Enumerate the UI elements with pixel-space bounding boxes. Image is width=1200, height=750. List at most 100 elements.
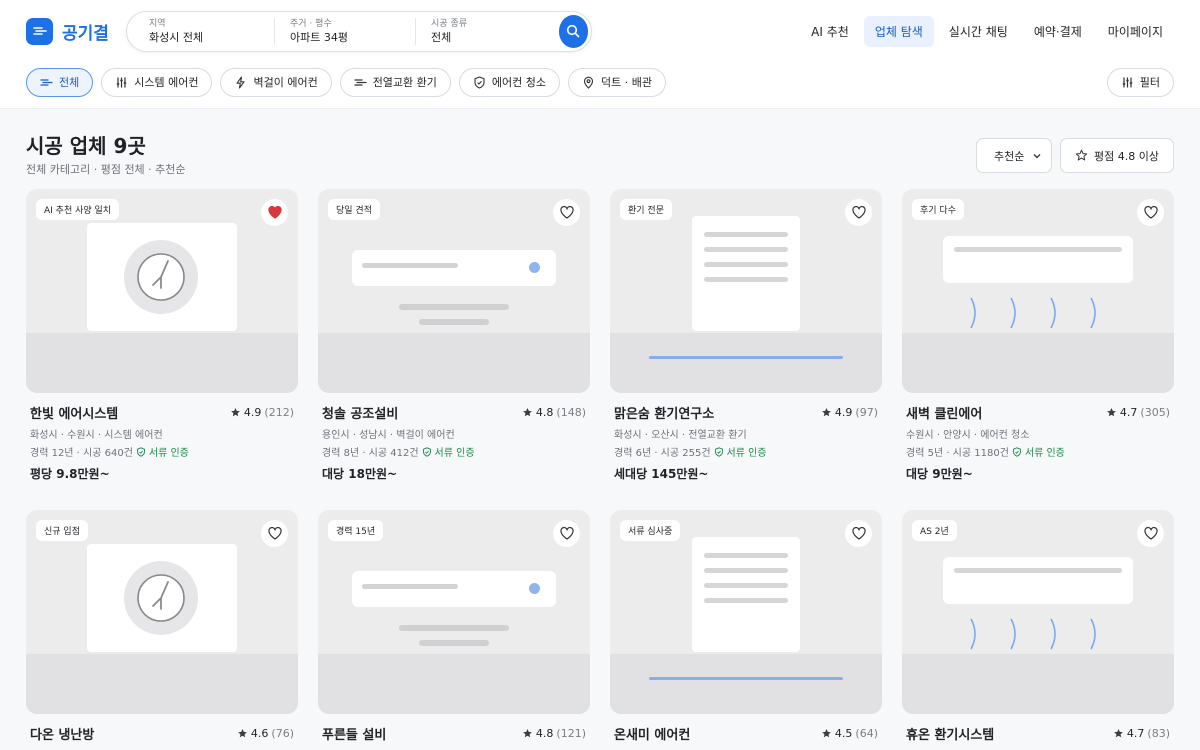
review-count: (305) <box>1140 406 1170 419</box>
nav-ai-recommend[interactable]: AI 추천 <box>800 16 860 47</box>
vendor-card[interactable]: 환기 전문 맑은숨 환기연구소 4.9 (97) 화성시 · 오산시 · 전열교… <box>610 189 882 482</box>
chip-label: 시스템 에어컨 <box>134 76 199 89</box>
review-count: (148) <box>556 406 586 419</box>
chip-erv-ventilation[interactable]: 전열교환 환기 <box>339 67 451 97</box>
verified-badge: 서류 인증 <box>714 444 767 459</box>
chip-label: 벽걸이 에어컨 <box>253 76 318 89</box>
deco-line <box>649 677 843 680</box>
flow-icon <box>354 78 367 86</box>
review-count: (97) <box>855 406 878 419</box>
star-icon <box>1114 729 1123 738</box>
nav-booking-payment[interactable]: 예약·결제 <box>1023 16 1093 47</box>
verified-label: 서류 인증 <box>726 448 767 459</box>
star-icon <box>1107 408 1116 417</box>
vendor-card[interactable]: AI 추천 사양 일치 한빛 에어시스템 4.9 (212) 화성시 · 수원시… <box>26 189 298 482</box>
document-illustration <box>692 537 800 652</box>
vendor-info: 휴온 환기시스템 4.7 (83) 수원시 · 화성시 · 전열교환 환기 <box>902 714 1174 750</box>
shield-check-icon <box>136 446 145 457</box>
region-field[interactable]: 지역 화성시 전체 <box>149 17 276 45</box>
rating-value: 4.9 <box>243 406 262 419</box>
sort-select[interactable]: 추천순 <box>976 138 1053 173</box>
main-nav: AI 추천 업체 탐색 실시간 채팅 예약·결제 마이페이지 <box>800 15 1174 47</box>
vendor-price: 대당 9만원~ <box>906 467 973 481</box>
review-count: (76) <box>271 727 294 740</box>
nav-live-chat[interactable]: 실시간 채팅 <box>938 16 1019 47</box>
nav-my-page[interactable]: 마이페이지 <box>1097 16 1174 47</box>
vendor-category: 용인시 · 성남시 · 벽걸이 에어컨 <box>322 430 455 441</box>
filter-button[interactable]: 필터 <box>1106 67 1174 97</box>
type-value: 전체 <box>431 30 452 44</box>
vendor-meta: 경력 8년 · 시공 412건 서류 인증 <box>322 444 586 459</box>
vendor-rating: 4.8 (121) <box>522 727 586 740</box>
star-icon <box>523 408 532 417</box>
deco-bar <box>399 304 509 310</box>
verified-badge: 서류 인증 <box>1012 444 1065 459</box>
shield-check-icon <box>714 446 723 457</box>
favorite-button[interactable] <box>845 520 872 547</box>
vendor-name: 휴온 환기시스템 <box>906 728 995 743</box>
vendor-badge: 환기 전문 <box>620 199 672 220</box>
favorite-button[interactable] <box>845 199 872 226</box>
review-count: (212) <box>264 406 294 419</box>
rating-filter-button[interactable]: 평점 4.8 이상 <box>1060 138 1174 173</box>
rating-value: 4.8 <box>535 727 554 740</box>
favorite-button[interactable] <box>1137 199 1164 226</box>
vendor-card[interactable]: 후기 다수 새벽 클린에어 4.7 (305) 수원시 · 안양시 · 에어컨 … <box>902 189 1174 482</box>
vendor-rating: 4.5 (64) <box>821 727 878 740</box>
heart-icon <box>851 206 866 219</box>
chip-wall-aircon[interactable]: 벽걸이 에어컨 <box>220 67 332 97</box>
airflow-wave-icon <box>1010 297 1016 329</box>
airflow-wave-icon <box>1050 618 1056 650</box>
favorite-button[interactable] <box>261 520 288 547</box>
favorite-button[interactable] <box>261 199 288 226</box>
vendor-badge: 경력 15년 <box>328 520 384 541</box>
vendor-name: 온새미 에어컨 <box>614 728 691 743</box>
deco-bar <box>419 640 489 646</box>
page-subtitle: 전체 카테고리 · 평점 전체 · 추천순 <box>26 163 186 176</box>
vendor-rating: 4.8 (148) <box>522 406 586 419</box>
type-field[interactable]: 시공 종류 전체 <box>431 18 544 45</box>
chip-duct-piping[interactable]: 덕트 · 배관 <box>568 67 666 97</box>
airflow-wave-icon <box>1050 297 1056 329</box>
vendor-card[interactable]: AS 2년 휴온 환기시스템 4.7 (83) 수원시 · 화성시 · 전열교환… <box>902 510 1174 750</box>
favorite-button[interactable] <box>1137 520 1164 547</box>
nav-vendor-explore[interactable]: 업체 탐색 <box>863 15 934 47</box>
chip-all[interactable]: 전체 <box>26 67 94 97</box>
deco-line <box>649 356 843 359</box>
document-illustration <box>692 216 800 331</box>
vendor-card[interactable]: 신규 입점 다온 냉난방 4.6 (76) 평택시 · 안성시 · 시스템 에어… <box>26 510 298 750</box>
vendor-rating: 4.9 (97) <box>821 406 878 419</box>
vendor-meta: 경력 6년 · 시공 255건 서류 인증 <box>614 444 878 459</box>
verified-label: 서류 인증 <box>1024 448 1065 459</box>
vendor-rating: 4.6 (76) <box>237 727 294 740</box>
vendor-experience: 경력 6년 · 시공 255건 <box>614 448 711 459</box>
region-value: 화성시 전체 <box>149 30 204 44</box>
favorite-button[interactable] <box>553 199 580 226</box>
vendor-thumbnail: AI 추천 사양 일치 <box>26 189 298 393</box>
brand-logo[interactable]: 공기결 <box>26 17 126 45</box>
ac-panel-illustration <box>87 544 237 652</box>
favorite-button[interactable] <box>553 520 580 547</box>
airflow-wave-icon <box>1090 618 1096 650</box>
chip-system-aircon[interactable]: 시스템 에어컨 <box>101 67 213 97</box>
filter-label: 필터 <box>1139 76 1160 89</box>
vendor-info: 푸른들 설비 4.8 (121) 화성시 · 덕트 · 배관 <box>318 714 590 750</box>
heart-icon <box>267 527 282 540</box>
vendor-info: 다온 냉난방 4.6 (76) 평택시 · 안성시 · 시스템 에어컨 <box>26 714 298 750</box>
search-button[interactable] <box>558 14 588 48</box>
vendor-card[interactable]: 서류 심사중 온새미 에어컨 4.5 (64) 성남시 · 하남시 · 벽걸이 … <box>610 510 882 750</box>
vendor-category: 수원시 · 안양시 · 에어컨 청소 <box>906 430 1030 441</box>
chip-label: 덕트 · 배관 <box>601 76 652 89</box>
vendor-card[interactable]: 경력 15년 푸른들 설비 4.8 (121) 화성시 · 덕트 · 배관 <box>318 510 590 750</box>
chip-aircon-cleaning[interactable]: 에어컨 청소 <box>458 67 561 97</box>
heart-icon <box>851 527 866 540</box>
sliders-icon <box>117 77 127 87</box>
search-icon <box>567 24 580 38</box>
vendor-grid: AI 추천 사양 일치 한빛 에어시스템 4.9 (212) 화성시 · 수원시… <box>26 189 1174 750</box>
vendor-card[interactable]: 당일 견적 청솔 공조설비 4.8 (148) 용인시 · 성남시 · 벽걸이 … <box>318 189 590 482</box>
vendor-experience: 경력 12년 · 시공 640건 <box>30 448 133 459</box>
search-bar: 지역 화성시 전체 주거 · 평수 아파트 34평 시공 종류 전체 <box>126 10 592 52</box>
deco-bar <box>419 319 489 325</box>
vendor-rating: 4.7 (83) <box>1113 727 1170 740</box>
home-field[interactable]: 주거 · 평수 아파트 34평 <box>290 17 417 45</box>
